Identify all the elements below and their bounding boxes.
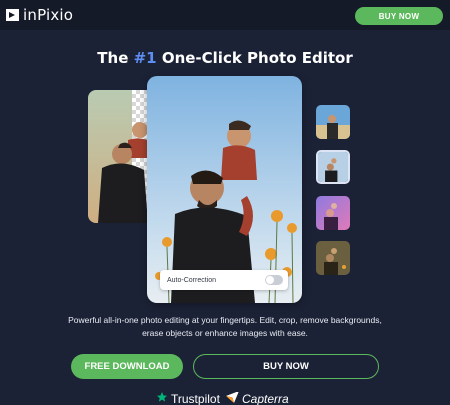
top-bar: inPixio BUY NOW bbox=[0, 0, 450, 30]
free-download-button[interactable]: FREE DOWNLOAD bbox=[71, 354, 183, 379]
auto-correction-label: Auto-Correction bbox=[167, 276, 217, 284]
title-suffix: One-Click Photo Editor bbox=[156, 49, 353, 67]
main-photo-preview bbox=[147, 76, 302, 303]
thumbnail-selected[interactable] bbox=[316, 150, 350, 184]
buy-now-button[interactable]: BUY NOW bbox=[193, 354, 379, 379]
thumbnail-beach[interactable] bbox=[316, 105, 350, 139]
inpixio-logo-icon bbox=[6, 8, 19, 22]
capterra-label: Capterra bbox=[242, 392, 289, 405]
header-buy-now-button[interactable]: BUY NOW bbox=[355, 7, 443, 25]
capterra-arrow-icon bbox=[226, 392, 239, 405]
title-accent: #1 bbox=[133, 49, 157, 67]
thumbnail-purple-filter[interactable] bbox=[316, 196, 350, 230]
thumbnail-warm-filter[interactable] bbox=[316, 241, 350, 275]
product-description: Powerful all-in-one photo editing at you… bbox=[68, 315, 382, 338]
page-title: The #1 One-Click Photo Editor bbox=[0, 49, 450, 67]
logo[interactable]: inPixio bbox=[6, 6, 74, 24]
toggle-knob bbox=[266, 276, 274, 284]
title-prefix: The bbox=[97, 49, 134, 67]
capterra-badge[interactable]: Capterra bbox=[226, 392, 289, 405]
trustpilot-star-icon bbox=[156, 392, 168, 405]
logo-text: inPixio bbox=[23, 6, 74, 24]
trustpilot-badge[interactable]: Trustpilot bbox=[156, 392, 220, 405]
auto-correction-toggle-bar[interactable]: Auto-Correction bbox=[160, 270, 288, 290]
auto-correction-switch[interactable] bbox=[265, 275, 283, 285]
trustpilot-label: Trustpilot bbox=[171, 392, 220, 405]
